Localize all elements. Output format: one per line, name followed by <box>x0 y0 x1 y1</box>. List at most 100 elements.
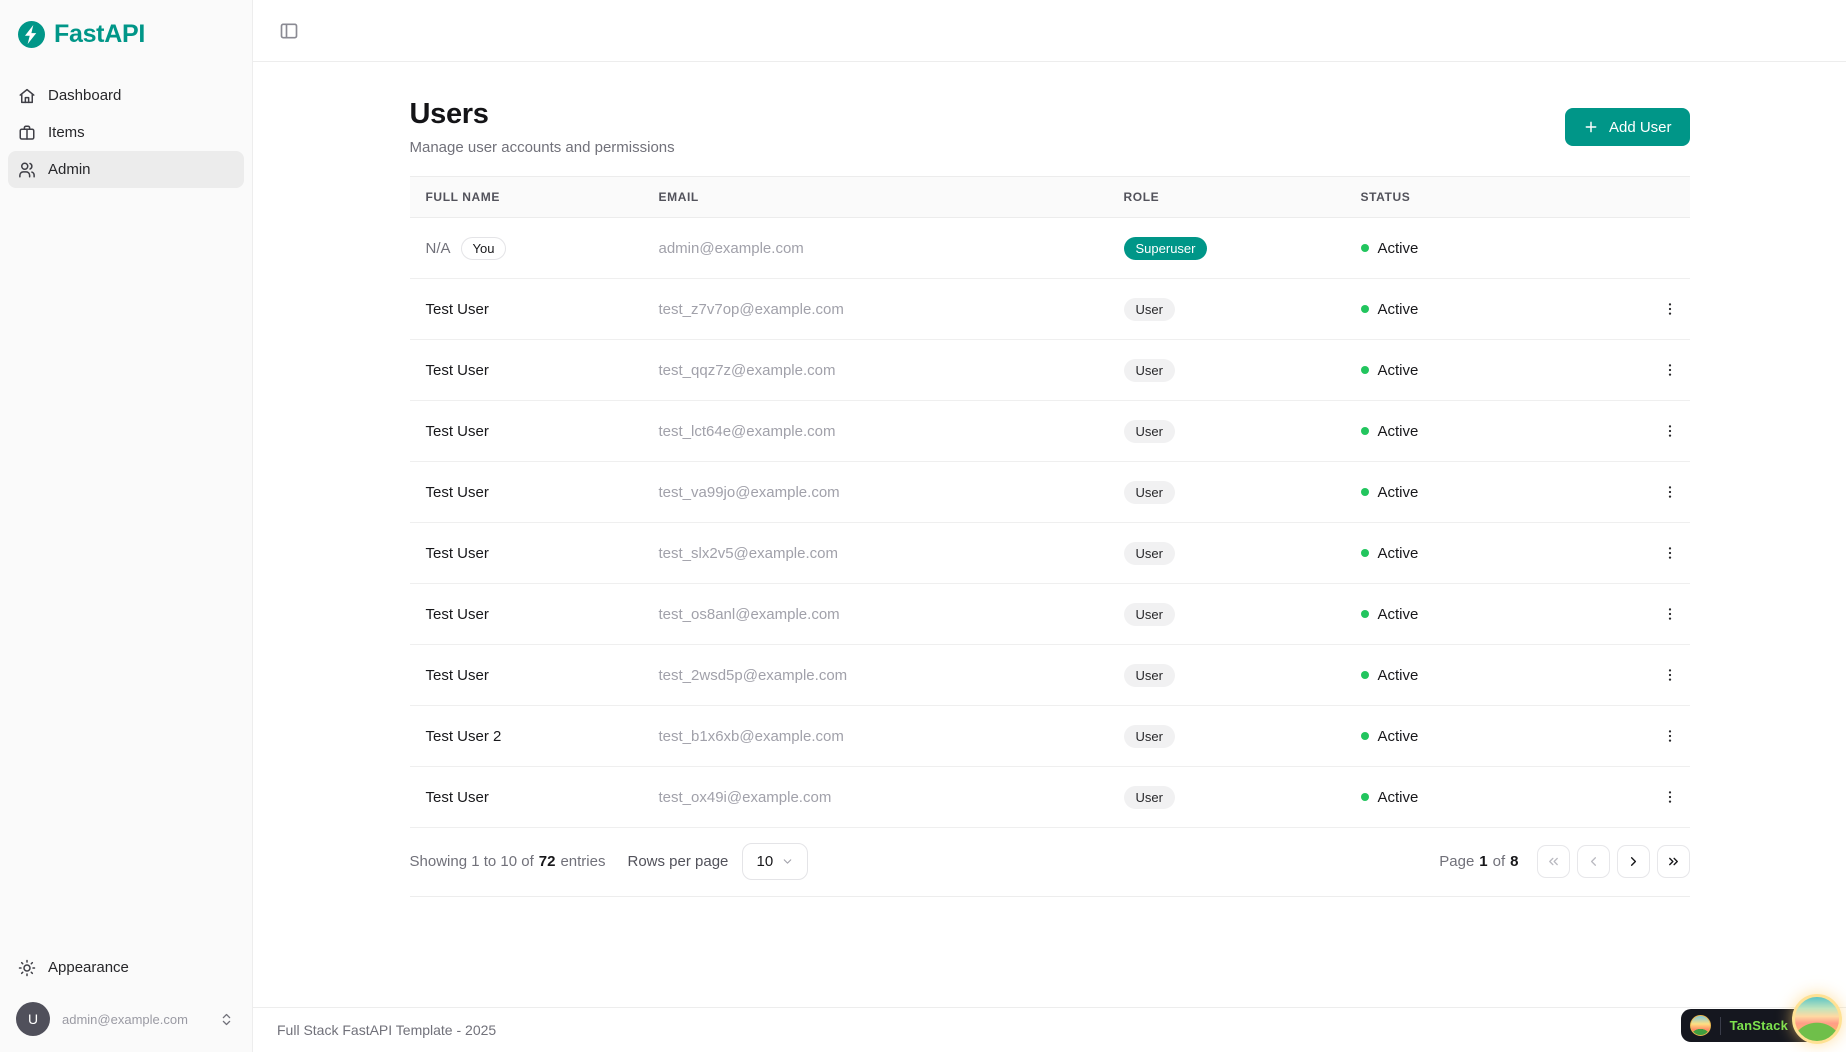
cell-full-name-text: Test User 2 <box>426 728 502 745</box>
appearance-button[interactable]: Appearance <box>8 949 244 986</box>
cell-full-name: Test User <box>410 545 643 562</box>
status-label: Active <box>1378 728 1419 745</box>
brand-logo[interactable]: FastAPI <box>8 16 244 49</box>
cell-actions <box>1634 661 1690 689</box>
status-dot-icon <box>1361 549 1369 557</box>
cell-email: admin@example.com <box>643 240 1108 257</box>
row-actions-button[interactable] <box>1656 600 1684 628</box>
total-entries: 72 <box>539 853 556 870</box>
sidebar-item-admin[interactable]: Admin <box>8 151 244 188</box>
status-dot-icon <box>1361 671 1369 679</box>
row-actions-button[interactable] <box>1656 356 1684 384</box>
first-page-button[interactable] <box>1537 845 1570 878</box>
tanstack-island-icon[interactable] <box>1792 994 1842 1044</box>
sidebar-toggle-button[interactable] <box>277 19 301 43</box>
tanstack-label: TanStack <box>1730 1018 1788 1033</box>
page-title: Users <box>410 98 675 131</box>
row-actions-button[interactable] <box>1656 722 1684 750</box>
row-actions-button[interactable] <box>1656 783 1684 811</box>
kebab-menu-icon <box>1662 606 1678 622</box>
sidebar-item-label: Items <box>48 124 85 141</box>
row-actions-button[interactable] <box>1656 295 1684 323</box>
chevrons-left-icon <box>1546 854 1561 869</box>
table-row[interactable]: Test User test_va99jo@example.com User A… <box>410 462 1690 523</box>
status-dot-icon <box>1361 305 1369 313</box>
cell-full-name: Test User <box>410 606 643 623</box>
footer: Full Stack FastAPI Template - 2025 <box>253 1007 1846 1052</box>
cell-status: Active <box>1345 240 1634 257</box>
cell-actions <box>1634 722 1690 750</box>
cell-email: test_slx2v5@example.com <box>643 545 1108 562</box>
row-actions-button[interactable] <box>1656 661 1684 689</box>
sidebar-item-label: Dashboard <box>48 87 121 104</box>
sidebar-item-dashboard[interactable]: Dashboard <box>8 77 244 114</box>
cell-role: User <box>1108 725 1345 748</box>
last-page-button[interactable] <box>1657 845 1690 878</box>
cell-status: Active <box>1345 728 1634 745</box>
cell-actions <box>1634 478 1690 506</box>
status-label: Active <box>1378 301 1419 318</box>
table-row[interactable]: N/A You admin@example.com Superuser Acti… <box>410 218 1690 279</box>
cell-actions <box>1634 783 1690 811</box>
cell-email: test_qqz7z@example.com <box>643 362 1108 379</box>
rows-per-page-select[interactable]: 10 <box>742 843 808 880</box>
column-header-status: STATUS <box>1345 190 1634 204</box>
content: Users Manage user accounts and permissio… <box>253 62 1846 1007</box>
table-row[interactable]: Test User test_qqz7z@example.com User Ac… <box>410 340 1690 401</box>
next-page-button[interactable] <box>1617 845 1650 878</box>
previous-page-button[interactable] <box>1577 845 1610 878</box>
pagination: Showing 1 to 10 of72entries Rows per pag… <box>410 842 1690 880</box>
cell-full-name-text: Test User <box>426 789 489 806</box>
cell-status: Active <box>1345 545 1634 562</box>
column-header-full-name: FULL NAME <box>410 190 643 204</box>
footer-text: Full Stack FastAPI Template - 2025 <box>277 1022 496 1038</box>
table-row[interactable]: Test User test_lct64e@example.com User A… <box>410 401 1690 462</box>
status-label: Active <box>1378 423 1419 440</box>
table-row[interactable]: Test User test_z7v7op@example.com User A… <box>410 279 1690 340</box>
column-header-role: ROLE <box>1108 190 1345 204</box>
table-header-row: FULL NAME EMAIL ROLE STATUS <box>410 176 1690 218</box>
table-row[interactable]: Test User test_ox49i@example.com User Ac… <box>410 767 1690 828</box>
main-area: Users Manage user accounts and permissio… <box>253 0 1846 1052</box>
cell-email: test_lct64e@example.com <box>643 423 1108 440</box>
role-badge: User <box>1124 481 1175 504</box>
cell-full-name: Test User <box>410 362 643 379</box>
cell-full-name: Test User <box>410 484 643 501</box>
cell-email: test_os8anl@example.com <box>643 606 1108 623</box>
table-row[interactable]: Test User test_slx2v5@example.com User A… <box>410 523 1690 584</box>
row-actions-button[interactable] <box>1656 417 1684 445</box>
column-header-email: EMAIL <box>643 190 1108 204</box>
sun-icon <box>18 959 36 977</box>
sidebar-item-items[interactable]: Items <box>8 114 244 151</box>
row-actions-button[interactable] <box>1656 478 1684 506</box>
cell-status: Active <box>1345 789 1634 806</box>
showing-entries-text: Showing 1 to 10 of72entries <box>410 853 606 870</box>
role-badge: User <box>1124 298 1175 321</box>
cell-status: Active <box>1345 301 1634 318</box>
cell-full-name-text: Test User <box>426 362 489 379</box>
cell-role: User <box>1108 786 1345 809</box>
cell-status: Active <box>1345 606 1634 623</box>
table-row[interactable]: Test User test_os8anl@example.com User A… <box>410 584 1690 645</box>
tanstack-devtools-pill[interactable]: TanStack <box>1681 1009 1830 1042</box>
cell-full-name: Test User <box>410 789 643 806</box>
status-dot-icon <box>1361 793 1369 801</box>
status-label: Active <box>1378 789 1419 806</box>
role-badge: User <box>1124 420 1175 443</box>
appearance-label: Appearance <box>48 959 129 976</box>
table-row[interactable]: Test User test_2wsd5p@example.com User A… <box>410 645 1690 706</box>
you-badge: You <box>461 237 507 260</box>
cell-role: Superuser <box>1108 237 1345 260</box>
user-menu[interactable]: U admin@example.com <box>8 996 244 1042</box>
cell-full-name-text: Test User <box>426 484 489 501</box>
add-user-button[interactable]: Add User <box>1565 108 1690 146</box>
cell-status: Active <box>1345 362 1634 379</box>
table-row[interactable]: Test User 2 test_b1x6xb@example.com User… <box>410 706 1690 767</box>
row-actions-button[interactable] <box>1656 539 1684 567</box>
panel-left-icon <box>279 21 299 41</box>
cell-full-name: Test User <box>410 667 643 684</box>
kebab-menu-icon <box>1662 423 1678 439</box>
chevrons-up-down-icon <box>219 1012 234 1027</box>
plus-icon <box>1583 119 1599 135</box>
cell-full-name-text: Test User <box>426 667 489 684</box>
